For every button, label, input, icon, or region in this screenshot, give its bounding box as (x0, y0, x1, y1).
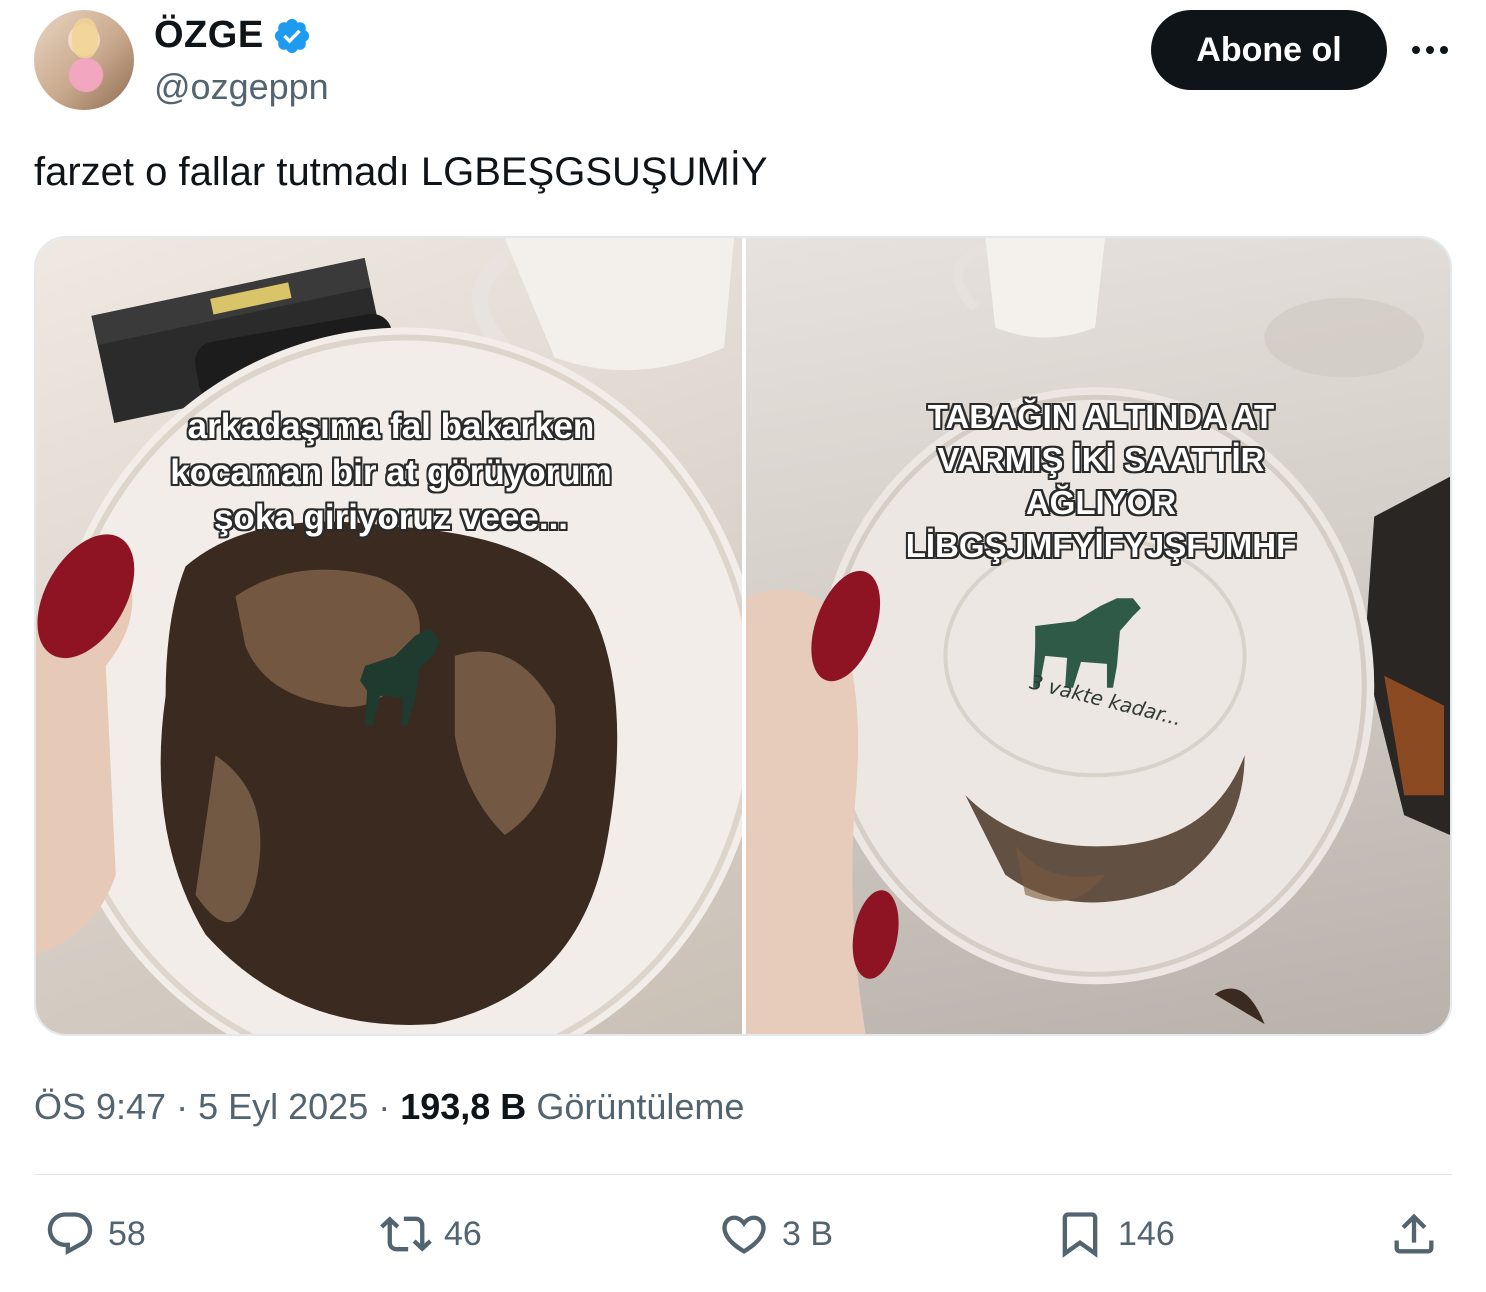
media-image-right[interactable]: TABAĞIN ALTINDA AT VARMIŞ İKİ SAATTİR AĞ… (745, 238, 1450, 1034)
left-caption-line: kocaman bir at görüyorum (170, 452, 612, 492)
media-image-left[interactable]: arkadaşıma fal bakarken kocaman bir at g… (36, 238, 742, 1034)
author-name-row[interactable]: ÖZGE (154, 14, 312, 57)
divider (34, 1174, 1452, 1175)
bookmark-icon (1062, 1212, 1098, 1258)
right-caption-line: TABAĞIN ALTINDA AT (927, 398, 1275, 435)
bookmark-count: 146 (1118, 1214, 1175, 1253)
tweet-date[interactable]: 5 Eyl 2025 (198, 1086, 368, 1128)
heart-icon (722, 1215, 766, 1254)
avatar[interactable] (34, 10, 134, 110)
more-horizontal-icon[interactable] (1405, 30, 1455, 70)
retweet-button[interactable]: 46 (380, 1208, 482, 1260)
share-button[interactable] (1388, 1208, 1440, 1260)
left-caption-line: arkadaşıma fal bakarken (187, 407, 595, 446)
right-caption-line: LİBGŞJMFYİFYJŞFJMHF (905, 526, 1297, 564)
meta-separator: · (378, 1086, 391, 1127)
tweet-meta: ÖS 9:47 · 5 Eyl 2025 · 193,8 B Görüntüle… (34, 1086, 744, 1128)
coffee-saucer-left-illustration (36, 238, 742, 1034)
tweet-text: farzet o fallar tutmadı LGBEŞGSUŞUMİY (34, 150, 768, 194)
verified-badge-icon (272, 16, 312, 56)
reply-icon (47, 1212, 93, 1256)
left-image-caption: arkadaşıma fal bakarken kocaman bir at g… (136, 404, 646, 541)
retweet-icon (380, 1216, 432, 1252)
tweet: ÖZGE @ozgeppn Abone ol farzet o fallar t… (0, 0, 1486, 1292)
follow-button[interactable]: Abone ol (1151, 10, 1387, 90)
display-name[interactable]: ÖZGE (154, 14, 264, 57)
bookmark-button[interactable]: 146 (1054, 1208, 1175, 1260)
reply-count: 58 (108, 1214, 146, 1253)
right-image-caption: TABAĞIN ALTINDA AT VARMIŞ İKİ SAATTİR AĞ… (886, 396, 1316, 568)
share-icon (1394, 1213, 1434, 1254)
views-count: 193,8 B (400, 1086, 527, 1127)
views-label: Görüntüleme (536, 1086, 745, 1127)
like-button[interactable]: 3 B (718, 1208, 833, 1260)
meta-separator: · (176, 1086, 189, 1127)
coffee-saucer-right-illustration (745, 238, 1450, 1034)
reply-button[interactable]: 58 (44, 1208, 146, 1260)
retweet-count: 46 (444, 1214, 482, 1253)
right-caption-line: AĞLIYOR (1025, 483, 1177, 521)
author-handle[interactable]: @ozgeppn (154, 66, 329, 108)
like-count: 3 B (782, 1214, 834, 1253)
left-caption-line: şoka giriyoruz veee... (213, 498, 569, 537)
right-caption-line: VARMIŞ İKİ SAATTİR (937, 440, 1265, 478)
tweet-media[interactable]: arkadaşıma fal bakarken kocaman bir at g… (34, 236, 1452, 1036)
tweet-time[interactable]: ÖS 9:47 (34, 1086, 166, 1128)
